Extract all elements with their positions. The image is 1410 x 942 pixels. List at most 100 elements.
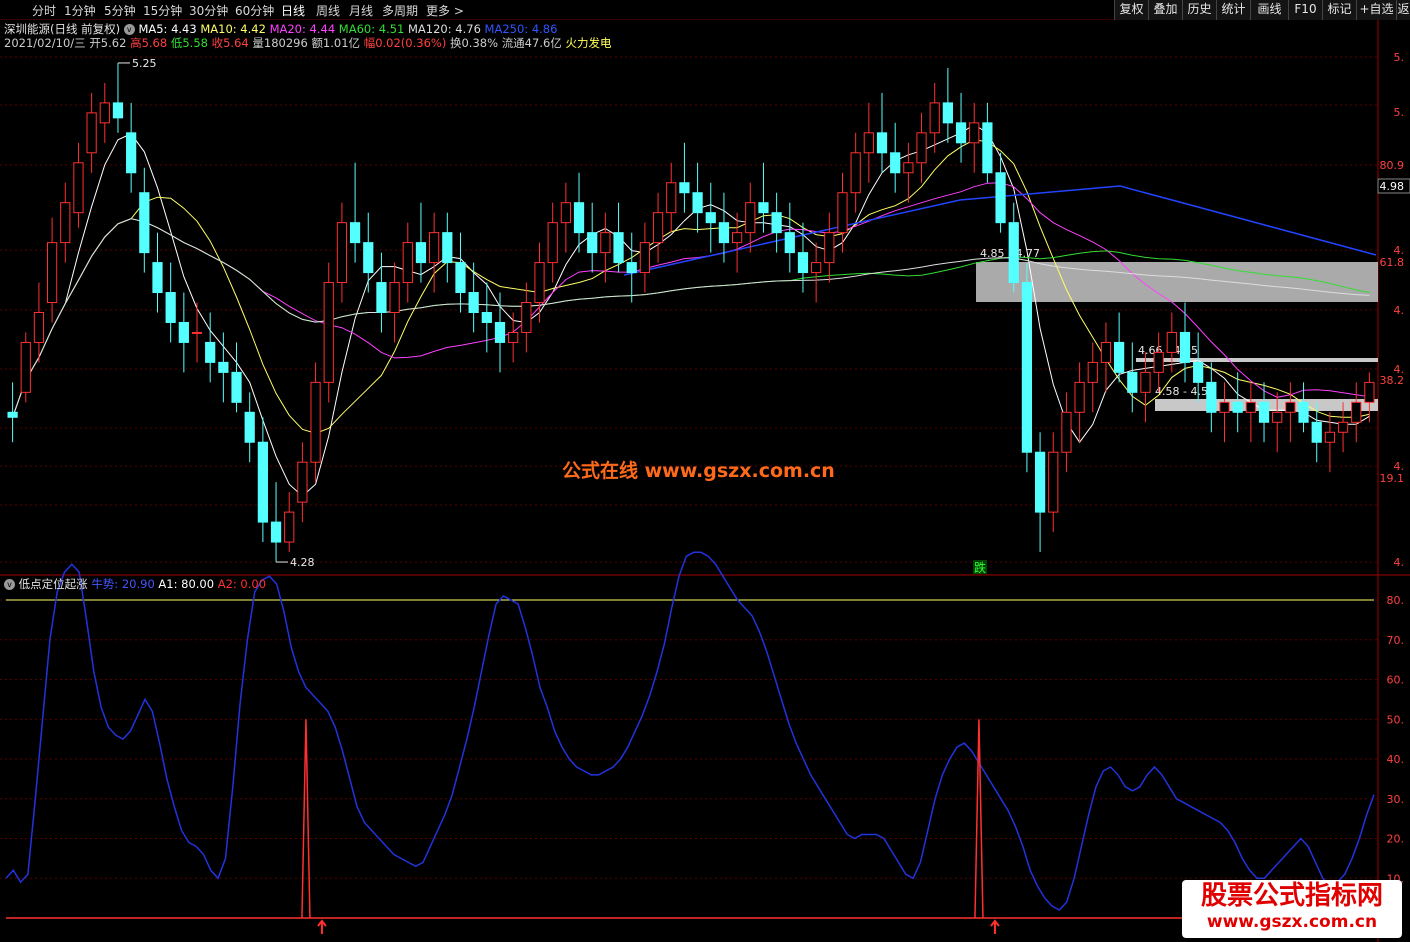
toolbar-button-4[interactable]: 画线 [1250,0,1288,20]
candle-body-0 [7,411,18,418]
candle-body-32 [429,232,440,264]
candle-body-70 [929,102,940,134]
candle-body-99 [1311,421,1322,443]
candle-body-87 [1153,351,1164,373]
candle-body-97 [1285,401,1296,413]
candle-body-103 [1364,381,1375,403]
signal-arrow-0 [317,919,327,934]
candle-body-40 [534,262,545,304]
candle-body-82 [1087,361,1098,383]
candle-body-27 [363,242,374,274]
toolbar-button-7[interactable]: +自选 [1356,0,1396,20]
candle-body-44 [587,232,598,254]
candle-body-76 [1008,222,1019,284]
candle-body-63 [837,192,848,234]
candle-body-25 [336,222,348,284]
candle-body-55 [731,232,743,244]
candle-body-22 [297,461,308,503]
candle-body-67 [890,152,901,174]
ind-axis-label-0: 80. [1387,594,1405,607]
candle-body-6 [86,112,97,154]
indicator-legend-2: A2: 0.00 [214,577,267,591]
candle-body-33 [442,232,453,264]
toolbar-button-6[interactable]: 标记 [1322,0,1356,20]
period-tab-6[interactable]: 日线 [281,2,305,19]
candle-body-81 [1074,381,1085,413]
period-tab-2[interactable]: 5分钟 [104,2,136,19]
candle-body-93 [1232,401,1243,413]
candle-body-8 [112,102,124,119]
ind-axis-label-1: 70. [1387,634,1405,647]
candle-body-62 [824,232,835,264]
candle-body-29 [389,282,400,313]
candle-body-61 [811,262,822,274]
candle-body-10 [139,192,150,254]
fall-marker: 跌 [974,560,986,575]
candle-body-45 [600,232,611,254]
toolbar-button-3[interactable]: 统计 [1216,0,1250,20]
candle-body-73 [969,122,980,144]
price-axis-label-10: 19.1 [1380,472,1405,485]
ind-axis-label-4: 40. [1387,753,1405,766]
period-tab-4[interactable]: 30分钟 [189,2,228,19]
candle-body-85 [1127,371,1138,393]
candle-body-41 [547,222,558,264]
period-tab-0[interactable]: 分时 [32,2,56,19]
toolbar-button-5[interactable]: F10 [1288,0,1322,20]
indicator-legend-0: 牛势: 20.90 [91,577,155,591]
bull-line [5,551,1375,911]
period-tab-1[interactable]: 1分钟 [64,2,96,19]
candle-body-16 [218,361,229,373]
candle-body-80 [1061,411,1072,453]
candle-body-28 [376,282,387,313]
period-tab-9[interactable]: 多周期 [382,2,418,19]
period-toolbar: 分时 1分钟 5分钟 15分钟 30分钟 60分钟 日线 周线 月线 多周期 更多 > 复权 叠加 历史… [0,0,1410,20]
candle-body-19 [257,441,268,523]
toolbar-button-2[interactable]: 历史 [1182,0,1216,20]
candle-body-68 [903,162,914,174]
toolbar-button-8[interactable]: 返 [1396,0,1410,20]
candle-body-15 [205,341,216,363]
candle-body-49 [652,212,664,244]
indicator-header: v 低点定位起涨 牛势: 20.90 A1: 80.00 A2: 0.00 [4,577,266,591]
candle-body-96 [1272,411,1283,423]
period-tab-8[interactable]: 月线 [349,2,373,19]
candle-body-36 [481,311,492,323]
candle-body-90 [1193,361,1204,383]
indicator-toggle-icon[interactable]: v [4,579,15,590]
watermark-logo: 股票公式指标网 www.gszx.com.cn [1182,880,1402,938]
period-tab-10[interactable]: 更多 > [426,2,464,19]
candle-body-51 [679,182,690,194]
candle-body-21 [284,511,295,543]
candle-body-57 [758,202,769,214]
price-axis-label-3: 4.98 [1380,180,1405,193]
price-axis-label-11: 4. [1394,556,1405,569]
candle-body-64 [850,152,861,194]
toolbar-button-0[interactable]: 复权 [1114,0,1148,20]
toolbar-button-1[interactable]: 叠加 [1148,0,1182,20]
candle-body-34 [455,262,466,294]
candle-body-66 [876,132,888,154]
candle-body-13 [178,321,189,343]
candle-body-72 [955,122,967,144]
candle-body-12 [165,292,176,323]
period-tab-3[interactable]: 15分钟 [143,2,182,19]
candle-body-14 [191,331,203,334]
ind-axis-label-3: 50. [1387,713,1405,726]
candle-body-77 [1021,282,1033,453]
candle-body-2 [33,311,45,343]
candle-body-69 [916,132,927,164]
period-tab-5[interactable]: 60分钟 [235,2,274,19]
candle-body-89 [1179,331,1191,363]
candle-body-48 [639,242,651,274]
candle-body-7 [99,102,110,124]
indicator-legend-1: A1: 80.00 [154,577,215,591]
candle-body-31 [415,242,427,264]
candle-body-4 [60,202,71,244]
candle-body-101 [1337,421,1349,433]
price-axis-label-5: 61.8 [1380,256,1405,269]
candle-body-17 [231,371,242,403]
period-tab-7[interactable]: 周线 [316,2,340,19]
candle-body-91 [1206,381,1217,413]
indicator-name: 低点定位起涨 [18,577,88,591]
